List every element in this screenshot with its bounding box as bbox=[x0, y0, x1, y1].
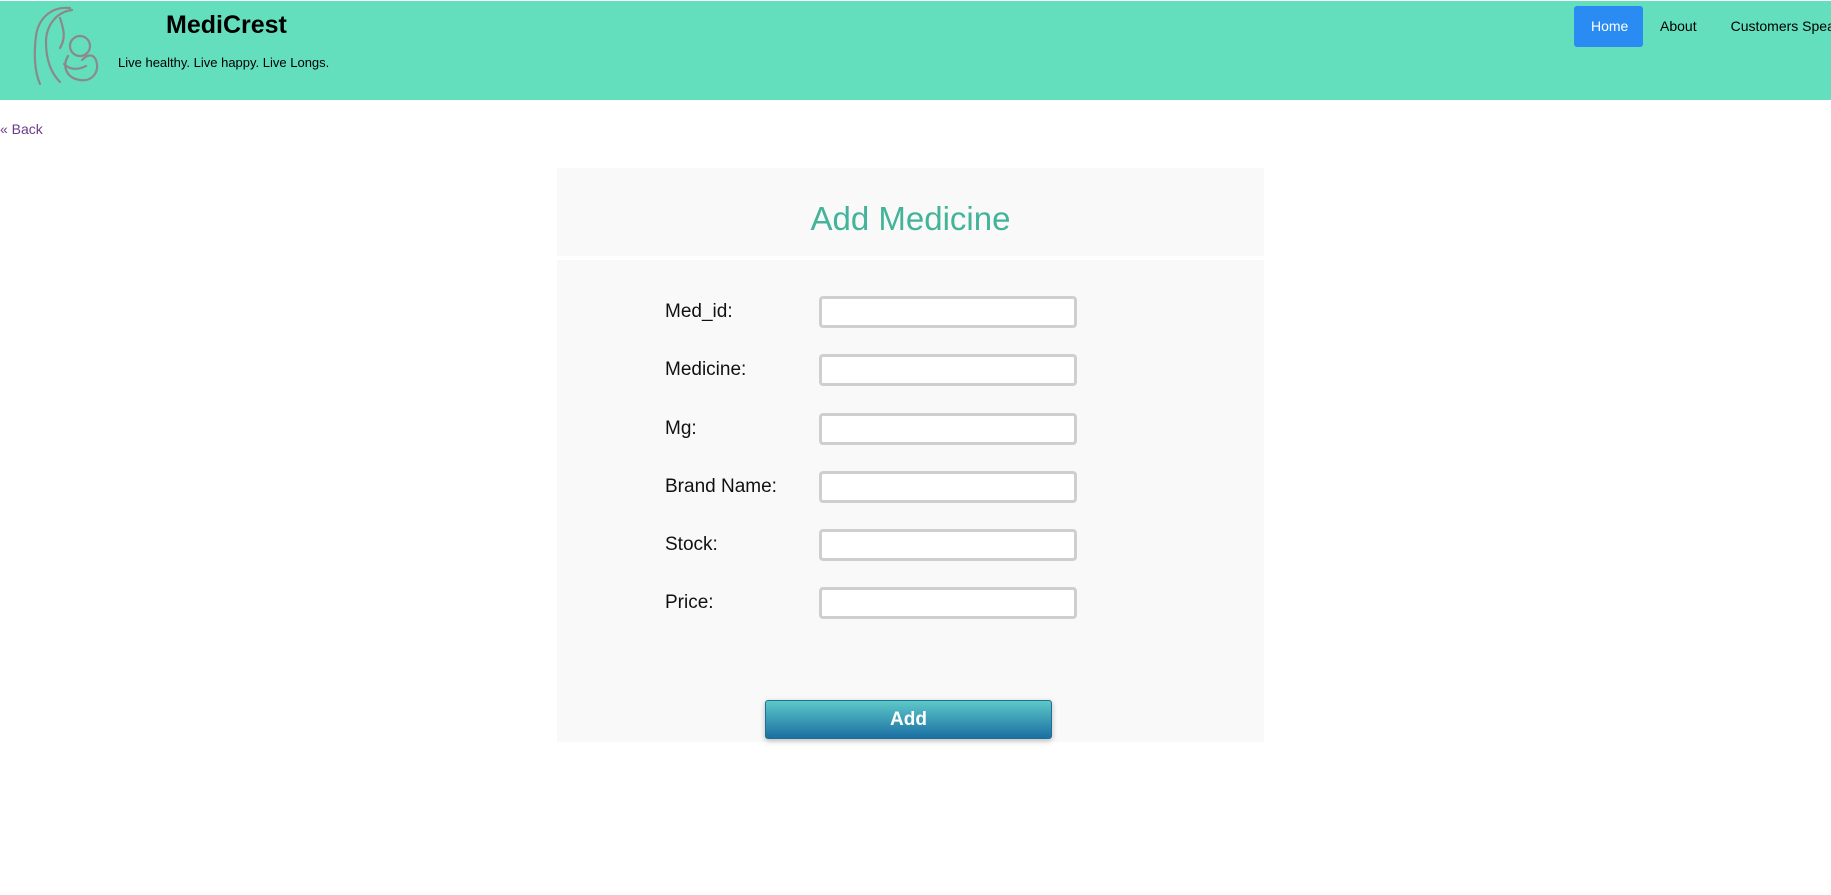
nav-about[interactable]: About bbox=[1643, 6, 1714, 47]
stock-input[interactable] bbox=[819, 529, 1077, 561]
brand-name-input[interactable] bbox=[819, 471, 1077, 503]
nav-customers-speak[interactable]: Customers Speak bbox=[1714, 6, 1831, 47]
form-header: Add Medicine bbox=[557, 168, 1264, 256]
add-button[interactable]: Add bbox=[765, 700, 1052, 739]
top-nav: Home About Customers Speak bbox=[1574, 6, 1831, 47]
price-input[interactable] bbox=[819, 587, 1077, 619]
med-id-input[interactable] bbox=[819, 296, 1077, 328]
brand-title: MediCrest bbox=[166, 11, 287, 39]
mother-and-child-logo-icon bbox=[33, 6, 99, 86]
brand-tagline: Live healthy. Live happy. Live Longs. bbox=[118, 55, 330, 70]
mg-input[interactable] bbox=[819, 413, 1077, 445]
nav-home[interactable]: Home bbox=[1574, 6, 1643, 47]
stock-label: Stock: bbox=[665, 534, 718, 555]
medicine-input[interactable] bbox=[819, 354, 1077, 386]
back-link[interactable]: « Back bbox=[0, 121, 43, 137]
form-title: Add Medicine bbox=[810, 200, 1011, 237]
medicine-label: Medicine: bbox=[665, 359, 747, 380]
site-header: MediCrest Live healthy. Live happy. Live… bbox=[0, 1, 1831, 100]
med-id-label: Med_id: bbox=[665, 301, 733, 322]
price-label: Price: bbox=[665, 592, 714, 613]
brand-name-label: Brand Name: bbox=[665, 476, 777, 497]
mg-label: Mg: bbox=[665, 418, 697, 439]
add-medicine-form: Med_id: Medicine: Mg: Brand Name: Stock:… bbox=[557, 260, 1264, 742]
